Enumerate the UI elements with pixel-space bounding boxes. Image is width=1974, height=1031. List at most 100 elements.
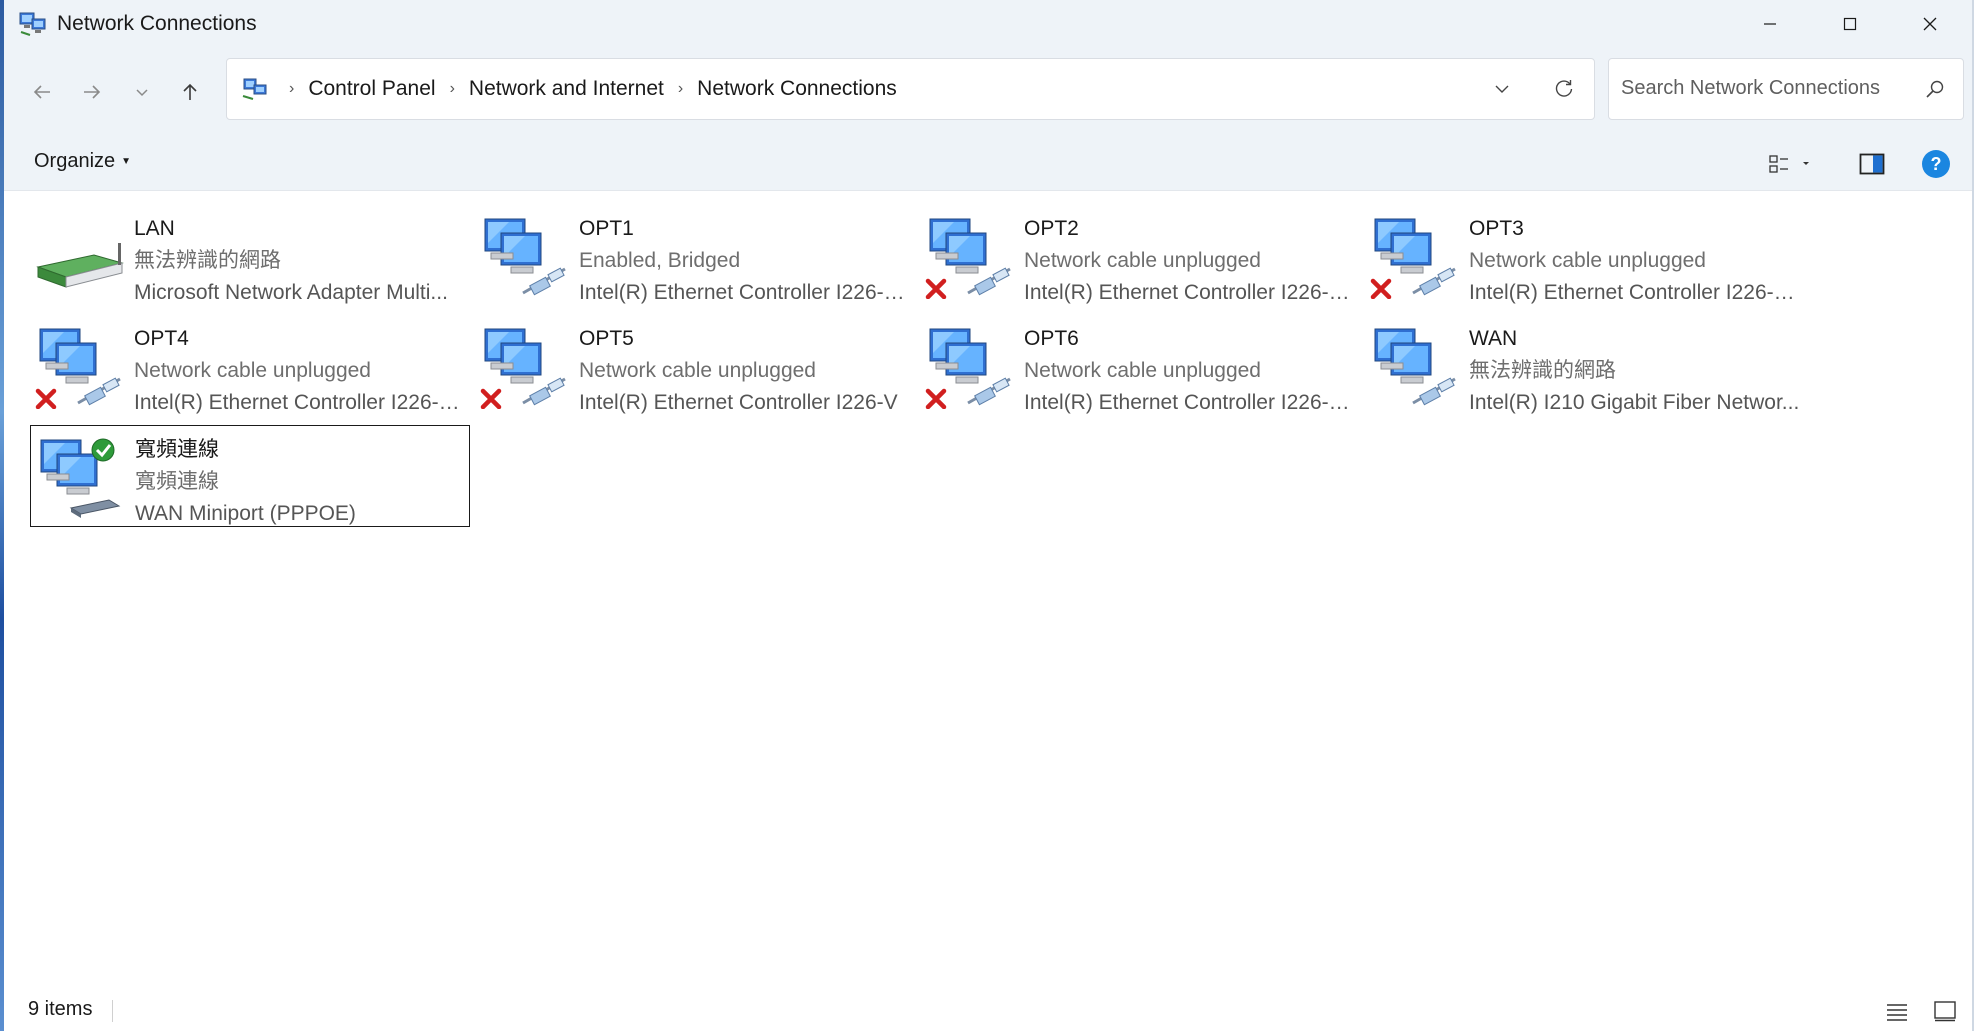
refresh-button[interactable] [1544,69,1584,109]
broadband-connection-icon [35,436,125,520]
connection-item[interactable]: 寬頻連線 寬頻連線 WAN Miniport (PPPOE) [30,425,470,527]
details-view-button[interactable] [1882,996,1912,1026]
breadcrumb-network-connections[interactable]: Network Connections [697,77,897,101]
connection-name: OPT6 [1024,327,1079,350]
status-bar: 9 items [4,990,1972,1031]
connection-text: LAN 無法辨識的網路 Microsoft Network Adapter Mu… [134,213,466,309]
connection-item[interactable]: OPT4 Network cable unplugged Intel(R) Et… [30,315,470,417]
connection-item[interactable]: OPT3 Network cable unplugged Intel(R) Et… [1365,205,1805,307]
connection-text: 寬頻連線 寬頻連線 WAN Miniport (PPPOE) [135,434,465,530]
back-arrow-icon [33,85,50,99]
change-view-button[interactable] [1766,146,1822,182]
connection-status: Network cable unplugged [1024,249,1261,272]
status-divider [112,1000,113,1022]
connection-status: Network cable unplugged [579,359,816,382]
connection-text: OPT2 Network cable unplugged Intel(R) Et… [1024,213,1356,309]
breadcrumb-control-panel[interactable]: Control Panel [308,77,435,101]
navigation-bar: › Control Panel › Network and Internet ›… [4,48,1972,134]
svg-text:?: ? [1931,154,1942,174]
connection-item[interactable]: WAN 無法辨識的網路 Intel(R) I210 Gigabit Fiber … [1365,315,1805,417]
address-bar[interactable]: › Control Panel › Network and Internet ›… [226,58,1595,120]
large-icons-view-icon [1934,1001,1956,1022]
ethernet-adapter-icon [479,215,569,299]
search-box[interactable]: Search Network Connections [1608,58,1964,120]
forward-arrow-icon [84,85,101,99]
control-panel-icon [241,77,269,101]
connection-device: Microsoft Network Adapter Multi... [134,281,448,304]
details-view-icon [1887,1004,1907,1021]
search-icon[interactable] [1923,77,1947,101]
connection-device: Intel(R) Ethernet Controller I226-V... [1024,391,1356,414]
connection-status: Network cable unplugged [1024,359,1261,382]
chevron-down-icon [136,89,148,97]
connection-name: OPT4 [134,327,189,350]
router-adapter-icon [34,215,124,299]
connection-name: OPT2 [1024,217,1079,240]
connections-list: LAN 無法辨識的網路 Microsoft Network Adapter Mu… [4,191,1972,971]
recent-locations-button[interactable] [120,70,164,114]
caret-down-icon: ▼ [121,156,132,167]
connection-status: Network cable unplugged [134,359,371,382]
connection-item[interactable]: LAN 無法辨識的網路 Microsoft Network Adapter Mu… [30,205,470,307]
connection-text: OPT3 Network cable unplugged Intel(R) Et… [1469,213,1801,309]
connection-status: 無法辨識的網路 [134,249,281,272]
breadcrumb-network-and-internet[interactable]: Network and Internet [469,77,664,101]
connection-status: Enabled, Bridged [579,249,741,272]
connection-item[interactable]: OPT1 Enabled, Bridged Intel(R) Ethernet … [475,205,915,307]
refresh-icon [1555,80,1573,97]
preview-pane-button[interactable] [1854,146,1890,182]
connection-device: Intel(R) I210 Gigabit Fiber Networ... [1469,391,1800,414]
connection-device: Intel(R) Ethernet Controller I226-V... [134,391,466,414]
connection-status: Network cable unplugged [1469,249,1706,272]
view-options-icon [1769,155,1809,173]
help-button[interactable]: ? [1918,146,1954,182]
connection-status: 寬頻連線 [135,470,219,493]
connection-status: 無法辨識的網路 [1469,359,1616,382]
help-icon: ? [1922,150,1950,178]
connection-name: 寬頻連線 [135,438,219,461]
connection-device: Intel(R) Ethernet Controller I226-V... [1469,281,1801,304]
back-button[interactable] [20,70,64,114]
forward-button[interactable] [70,70,114,114]
breadcrumb: › Control Panel › Network and Internet ›… [275,59,897,119]
organize-label: Organize [34,150,116,172]
ethernet-adapter-icon [479,325,569,410]
network-connections-icon [18,10,48,38]
explorer-window: Network Connections › Control Panel › Ne… [0,0,1974,1031]
connection-device: Intel(R) Ethernet Controller I226-V [579,391,898,414]
up-arrow-icon [183,83,197,100]
command-bar: Organize ▼ ? [4,134,1972,191]
connection-device: WAN Miniport (PPPOE) [135,502,356,525]
connection-name: OPT5 [579,327,634,350]
connection-text: WAN 無法辨識的網路 Intel(R) I210 Gigabit Fiber … [1469,323,1801,419]
close-button[interactable] [1890,0,1970,48]
maximize-button[interactable] [1810,0,1890,48]
up-button[interactable] [168,70,212,114]
breadcrumb-separator-icon[interactable]: › [450,80,455,98]
close-icon [1923,17,1937,31]
connection-text: OPT5 Network cable unplugged Intel(R) Et… [579,323,911,419]
connection-item[interactable]: OPT2 Network cable unplugged Intel(R) Et… [920,205,1360,307]
connection-name: WAN [1469,327,1518,350]
ethernet-adapter-icon [1369,215,1459,300]
connection-name: LAN [134,217,175,240]
preview-pane-icon [1859,153,1885,175]
connection-device: Intel(R) Ethernet Controller I226-V... [1024,281,1356,304]
connection-text: OPT6 Network cable unplugged Intel(R) Et… [1024,323,1356,419]
connection-item[interactable]: OPT6 Network cable unplugged Intel(R) Et… [920,315,1360,417]
connection-name: OPT1 [579,217,634,240]
breadcrumb-separator-icon[interactable]: › [289,80,294,98]
ethernet-adapter-icon [924,325,1014,410]
minimize-button[interactable] [1730,0,1810,48]
connection-name: OPT3 [1469,217,1524,240]
address-history-button[interactable] [1482,69,1522,109]
connection-text: OPT4 Network cable unplugged Intel(R) Et… [134,323,466,419]
window-title: Network Connections [57,12,257,35]
large-icons-view-button[interactable] [1930,996,1960,1026]
connection-item[interactable]: OPT5 Network cable unplugged Intel(R) Et… [475,315,915,417]
search-placeholder[interactable]: Search Network Connections [1621,77,1880,100]
ethernet-adapter-icon [34,325,124,410]
breadcrumb-separator-icon[interactable]: › [678,80,683,98]
organize-button[interactable]: Organize ▼ [34,150,131,173]
ethernet-adapter-icon [1369,325,1459,409]
